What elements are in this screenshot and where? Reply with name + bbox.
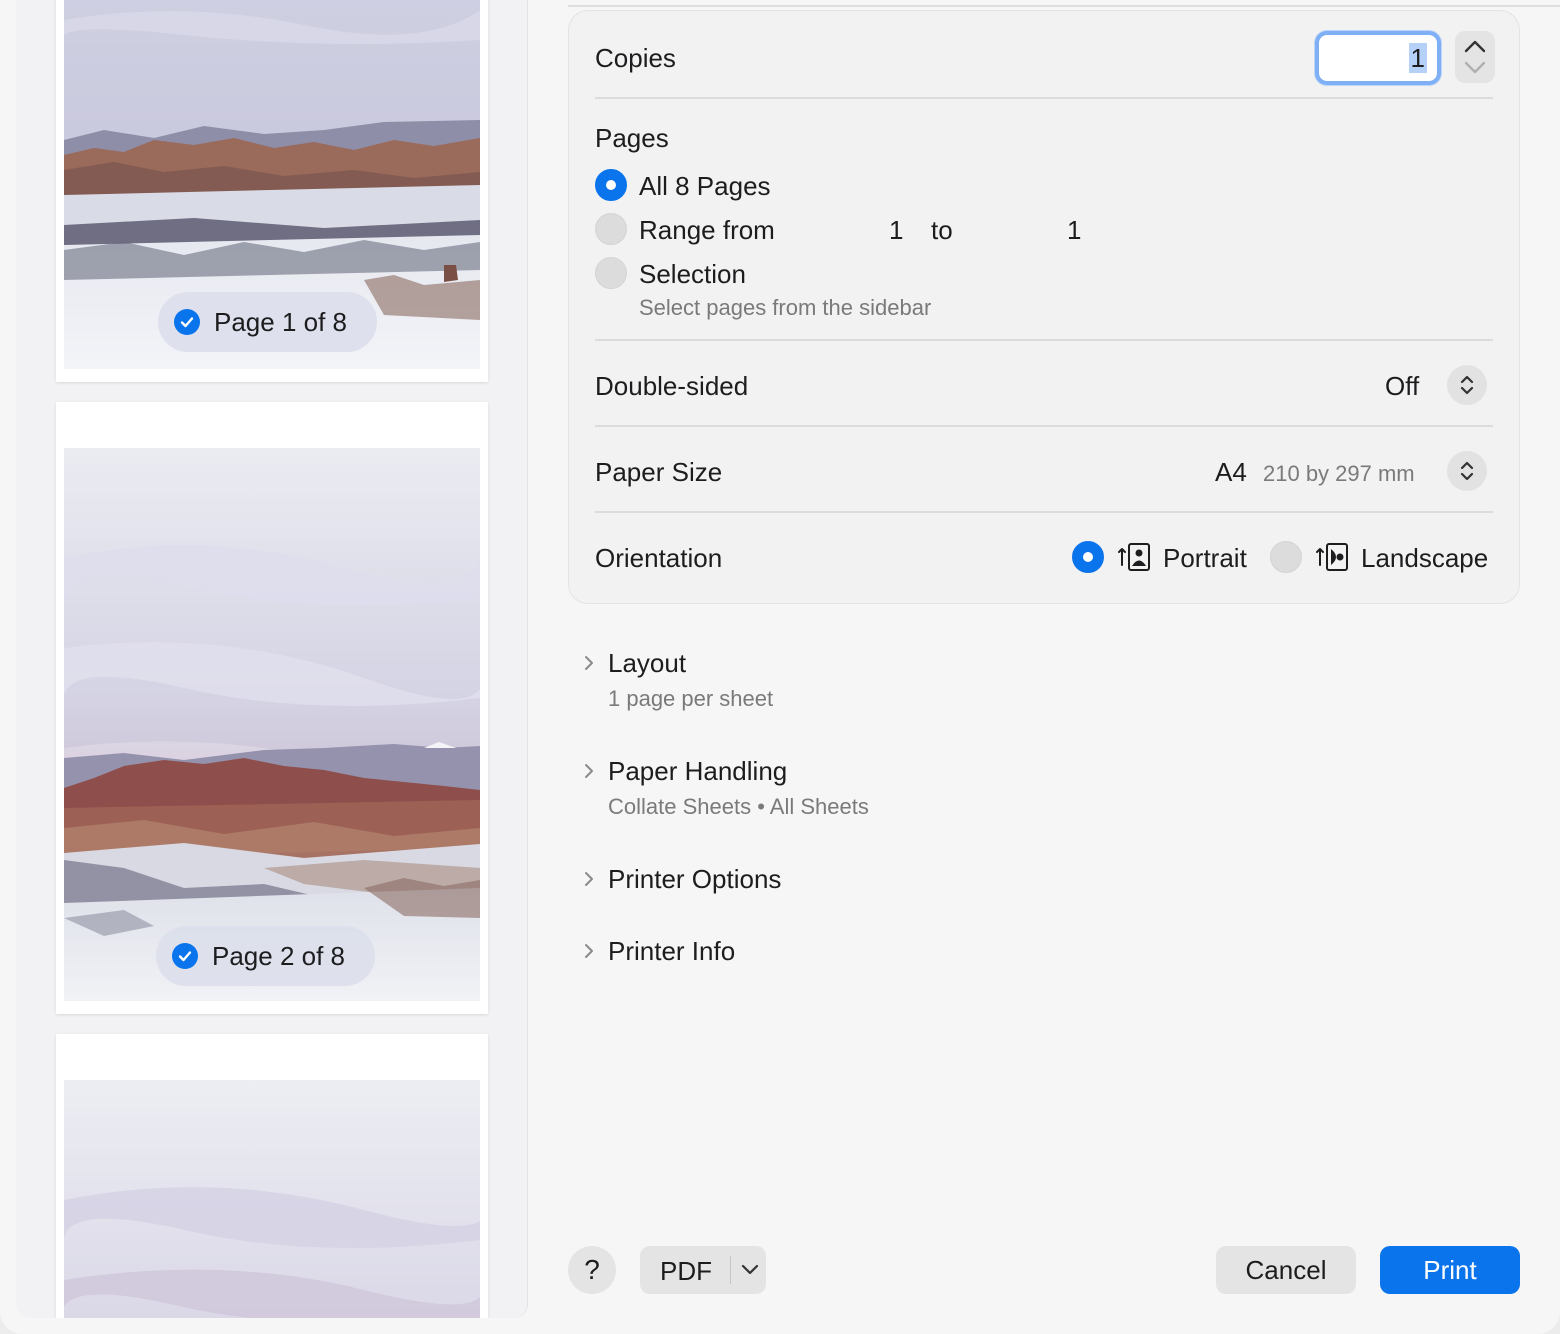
layout-title: Layout (608, 648, 687, 678)
disclosure-chevron-icon[interactable] (580, 654, 598, 672)
printer-info-title: Printer Info (608, 936, 736, 966)
page-thumbnail-3[interactable] (56, 1034, 488, 1318)
popup-arrows-icon (1460, 375, 1474, 395)
paper-size-detail: 210 by 297 mm (1263, 461, 1415, 486)
range-from-input[interactable]: 1 (889, 215, 903, 246)
popup-arrows-icon (1460, 461, 1474, 481)
printer-options-title: Printer Options (608, 864, 782, 894)
paper-size-popup-button[interactable] (1447, 451, 1487, 491)
divider (595, 425, 1493, 427)
portrait-icon (1118, 543, 1150, 571)
pdf-separator (730, 1256, 731, 1284)
copies-input[interactable]: 1 (1315, 31, 1441, 85)
print-dialog: Page 1 of 8 Page 2 of 8 Copies 1 Pages A… (0, 0, 1560, 1334)
pdf-label: PDF (660, 1256, 712, 1286)
page-1-indicator[interactable]: Page 1 of 8 (158, 292, 377, 352)
layout-summary: 1 page per sheet (608, 686, 774, 711)
selection-radio[interactable] (595, 257, 627, 289)
paper-handling-summary: Collate Sheets • All Sheets (608, 794, 869, 819)
page-3-landscape-photo (64, 1080, 480, 1318)
double-sided-popup-button[interactable] (1447, 365, 1487, 405)
pages-label: Pages (595, 123, 669, 153)
page-2-indicator[interactable]: Page 2 of 8 (156, 926, 375, 986)
page-1-label: Page 1 of 8 (214, 306, 347, 337)
disclosure-chevron-icon[interactable] (580, 762, 598, 780)
help-button[interactable]: ? (568, 1246, 616, 1294)
orientation-label: Orientation (595, 543, 723, 573)
chevron-down-icon (1464, 61, 1486, 74)
range-from-label: Range from (639, 215, 775, 245)
landscape-label: Landscape (1361, 543, 1489, 573)
page-thumbnail-1[interactable]: Page 1 of 8 (56, 0, 488, 382)
paper-handling-title: Paper Handling (608, 756, 788, 786)
divider (595, 339, 1493, 341)
copies-stepper[interactable] (1455, 31, 1495, 83)
page-thumbnail-2[interactable]: Page 2 of 8 (56, 402, 488, 1014)
paper-size-value[interactable]: A4 (1215, 457, 1247, 488)
page-2-label: Page 2 of 8 (212, 940, 345, 971)
divider (595, 511, 1493, 513)
disclosure-chevron-icon[interactable] (580, 942, 598, 960)
cancel-button[interactable]: Cancel (1216, 1246, 1356, 1294)
dropdown-chevron-icon[interactable] (740, 1262, 760, 1278)
all-pages-radio[interactable] (595, 169, 627, 201)
paper-size-label: Paper Size (595, 457, 723, 487)
checkmark-icon[interactable] (174, 309, 200, 335)
disclosure-chevron-icon[interactable] (580, 870, 598, 888)
selection-label: Selection (639, 259, 746, 289)
selection-hint: Select pages from the sidebar (639, 295, 932, 320)
range-to-input[interactable]: 1 (1067, 215, 1081, 246)
portrait-radio[interactable] (1072, 541, 1104, 573)
print-settings-panel: Copies 1 Pages All 8 Pages Range from 1 … (568, 10, 1520, 604)
copies-label: Copies (595, 43, 676, 73)
range-to-label: to (931, 215, 953, 245)
divider (595, 97, 1493, 99)
range-radio[interactable] (595, 213, 627, 245)
all-pages-label: All 8 Pages (639, 171, 771, 201)
checkmark-icon[interactable] (172, 943, 198, 969)
page-2-landscape-photo (64, 448, 480, 1001)
page-thumbnails-sidebar[interactable]: Page 1 of 8 Page 2 of 8 (16, 0, 528, 1318)
landscape-icon (1316, 543, 1348, 571)
portrait-label: Portrait (1163, 543, 1247, 573)
copies-value: 1 (1408, 43, 1427, 73)
toolbar-separator (568, 5, 1560, 7)
double-sided-value[interactable]: Off (1385, 371, 1419, 402)
print-button[interactable]: Print (1380, 1246, 1520, 1294)
pdf-menu-button[interactable]: PDF (640, 1246, 766, 1294)
landscape-radio[interactable] (1270, 541, 1302, 573)
chevron-up-icon[interactable] (1455, 31, 1495, 83)
double-sided-label: Double-sided (595, 371, 749, 401)
